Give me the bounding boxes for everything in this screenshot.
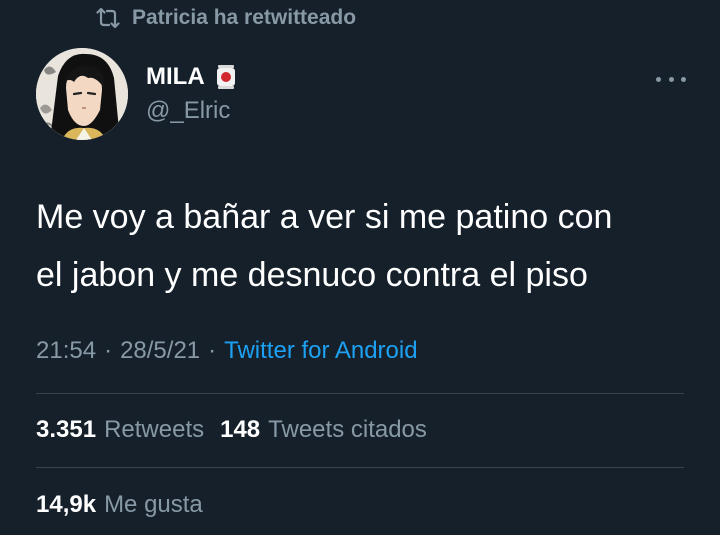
likes-label: Me gusta xyxy=(104,491,203,518)
author-display-name-row[interactable]: MILA xyxy=(146,62,237,92)
meta-separator: · xyxy=(208,337,217,364)
retweet-context-text: Patricia ha retwitteado xyxy=(132,6,357,29)
author-info[interactable]: MILA @_Elric xyxy=(146,62,237,126)
quote-tweets-stat[interactable]: 148 Tweets citados xyxy=(220,416,427,444)
quote-tweets-label: Tweets citados xyxy=(268,416,427,443)
likes-stat[interactable]: 14,9k Me gusta xyxy=(36,491,203,519)
dot xyxy=(656,76,661,82)
tweet-source-link[interactable]: Twitter for Android xyxy=(224,337,417,365)
dot xyxy=(668,76,674,82)
tweet-stats: 3.351 Retweets 148 Tweets citados xyxy=(36,416,443,444)
more-options-icon[interactable] xyxy=(656,70,686,88)
tweet-text: Me voy a bañar a ver si me patino con el… xyxy=(36,198,613,294)
likes-count: 14,9k xyxy=(36,491,97,518)
divider xyxy=(36,467,684,468)
author-handle: @_Elric xyxy=(146,97,231,124)
retweets-label: Retweets xyxy=(104,416,205,443)
tweet-date[interactable]: 28/5/21 xyxy=(120,337,200,365)
author-display-name: MILA xyxy=(146,63,205,90)
retweet-context[interactable]: Patricia ha retwitteado xyxy=(96,6,356,30)
retweets-count: 3.351 xyxy=(36,416,97,443)
divider xyxy=(36,393,684,394)
retweets-stat[interactable]: 3.351 Retweets xyxy=(36,416,204,444)
tweet-time[interactable]: 21:54 xyxy=(36,337,96,365)
quote-tweets-count: 148 xyxy=(220,416,261,443)
retweet-icon xyxy=(96,7,120,29)
tweet-metadata: 21:54 · 28/5/21 · Twitter for Android xyxy=(36,337,418,365)
avatar[interactable] xyxy=(36,48,128,140)
meta-separator: · xyxy=(104,337,113,364)
dot xyxy=(681,76,686,82)
shrine-lantern-emoji-icon xyxy=(215,64,237,90)
